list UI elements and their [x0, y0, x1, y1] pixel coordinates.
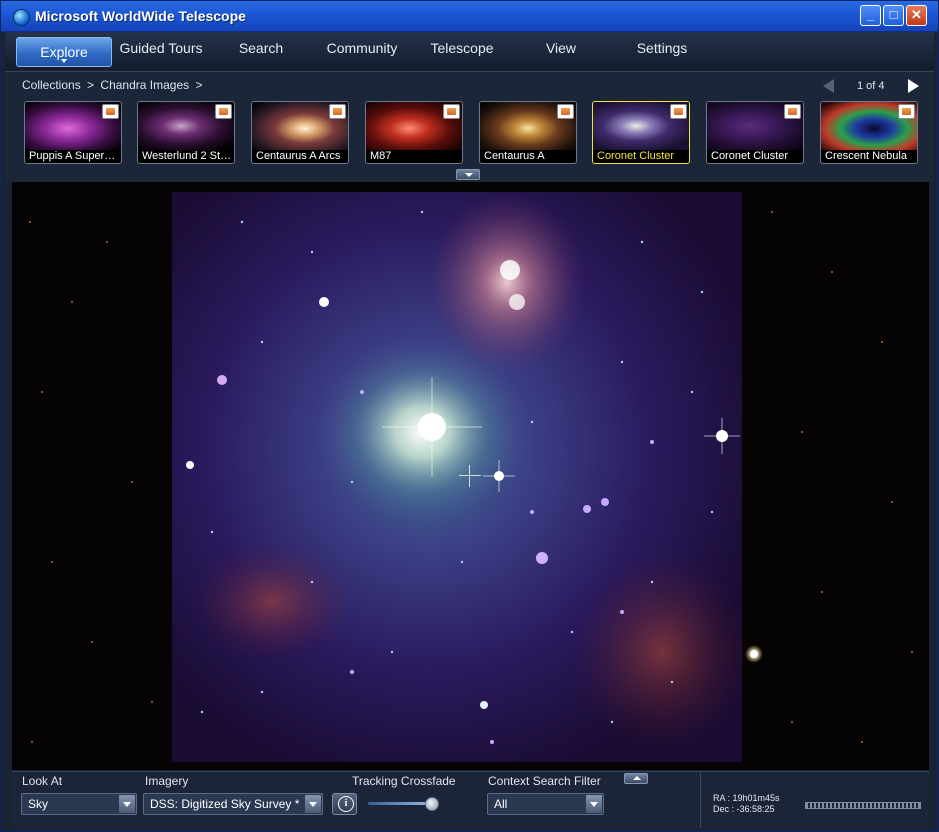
image-type-icon [557, 104, 574, 119]
chevron-down-icon [119, 795, 135, 813]
breadcrumb-trailing[interactable]: > [195, 78, 202, 92]
thumbnail-m87[interactable]: M87 [365, 101, 463, 164]
thumbnail-label: Coronet Cluster [711, 150, 789, 162]
title-bar[interactable]: Microsoft WorldWide Telescope _ □ ✕ [1, 1, 938, 32]
maximize-button[interactable]: □ [883, 5, 904, 26]
image-type-icon [898, 104, 915, 119]
collections-panel: Collections > Chandra Images > 1 of 4 Pu… [5, 71, 934, 182]
window-title: Microsoft WorldWide Telescope [35, 8, 246, 24]
thumbnail-label: Centaurus A [484, 150, 545, 162]
maximize-icon: □ [889, 7, 898, 22]
tab-explore[interactable]: Explore [16, 37, 112, 67]
breadcrumb-chandra-images[interactable]: Chandra Images [100, 78, 189, 92]
thumbnail-label: Coronet Cluster [597, 150, 675, 162]
minimize-button[interactable]: _ [860, 5, 881, 26]
chevron-down-icon [61, 59, 67, 63]
thumbnail-centaurus-a[interactable]: Centaurus A [479, 101, 577, 164]
context-filter-dropdown[interactable]: All [487, 793, 604, 815]
thumbnail-coronet-cluster-selected[interactable]: Coronet Cluster [592, 101, 690, 164]
thumbnail-crescent-nebula[interactable]: Crescent Nebula [820, 101, 918, 164]
chevron-down-icon [305, 795, 321, 813]
breadcrumb-collections[interactable]: Collections [22, 78, 81, 92]
image-type-icon [670, 104, 687, 119]
collapse-panel-button[interactable] [624, 773, 648, 784]
dec-readout: Dec : -36:58:25 [713, 804, 775, 814]
crosshair-icon [459, 465, 481, 487]
tab-telescope[interactable]: Telescope [422, 40, 502, 56]
thumbnail-label: Crescent Nebula [825, 150, 907, 162]
chevron-down-icon [586, 795, 602, 813]
bottom-control-panel: Look At Sky Imagery DSS: Digitized Sky S… [12, 771, 929, 828]
look-at-value: Sky [28, 797, 49, 811]
image-type-icon [329, 104, 346, 119]
info-icon: i [338, 796, 354, 812]
breadcrumb: Collections > Chandra Images > [22, 78, 202, 92]
download-progress-bar [805, 802, 921, 809]
look-at-label: Look At [22, 774, 63, 788]
image-type-icon [784, 104, 801, 119]
thumbnail-label: Centaurus A Arcs [256, 150, 341, 162]
close-button[interactable]: ✕ [906, 5, 927, 26]
look-at-dropdown[interactable]: Sky [21, 793, 137, 815]
tab-guided-tours[interactable]: Guided Tours [119, 40, 203, 56]
crossfade-slider-thumb[interactable] [425, 797, 439, 811]
minimize-icon: _ [866, 7, 875, 22]
breadcrumb-separator: > [87, 78, 95, 92]
imagery-label: Imagery [145, 774, 189, 788]
expand-collections-button[interactable] [456, 169, 480, 180]
app-globe-icon [13, 9, 30, 26]
close-icon: ✕ [911, 7, 922, 22]
thumbnail-westerlund-2[interactable]: Westerlund 2 Sta... [137, 101, 235, 164]
tab-settings[interactable]: Settings [622, 40, 702, 56]
context-search-filter-label: Context Search Filter [488, 774, 601, 788]
tab-community[interactable]: Community [322, 40, 402, 56]
main-menu-bar: Explore Guided Tours Search Community Te… [5, 32, 934, 70]
image-type-icon [215, 104, 232, 119]
coordinates-panel: RA : 19h01m45s Dec : -36:58:25 [700, 772, 930, 828]
tab-search[interactable]: Search [221, 40, 301, 56]
thumbnail-coronet-cluster[interactable]: Coronet Cluster [706, 101, 804, 164]
page-indicator: 1 of 4 [857, 80, 885, 92]
ra-readout: RA : 19h01m45s [713, 793, 780, 803]
thumbnail-centaurus-a-arcs[interactable]: Centaurus A Arcs [251, 101, 349, 164]
thumbnail-label: Puppis A Supern... [29, 150, 119, 162]
context-filter-value: All [494, 797, 508, 811]
sky-view[interactable] [12, 182, 929, 770]
info-button[interactable]: i [332, 793, 357, 815]
thumbnail-label: Westerlund 2 Sta... [142, 150, 232, 162]
app-window: Microsoft WorldWide Telescope _ □ ✕ Expl… [0, 0, 939, 832]
prev-arrow-icon[interactable] [823, 79, 834, 93]
tab-view[interactable]: View [521, 40, 601, 56]
tracking-crossfade-label: Tracking Crossfade [352, 774, 456, 788]
imagery-dropdown[interactable]: DSS: Digitized Sky Survey * [143, 793, 323, 815]
tab-explore-label: Explore [40, 44, 88, 60]
image-type-icon [443, 104, 460, 119]
image-type-icon [102, 104, 119, 119]
imagery-value: DSS: Digitized Sky Survey * [150, 797, 300, 811]
next-arrow-icon[interactable] [908, 79, 919, 93]
thumbnail-label: M87 [370, 150, 392, 162]
thumbnail-puppis-a[interactable]: Puppis A Supern... [24, 101, 122, 164]
